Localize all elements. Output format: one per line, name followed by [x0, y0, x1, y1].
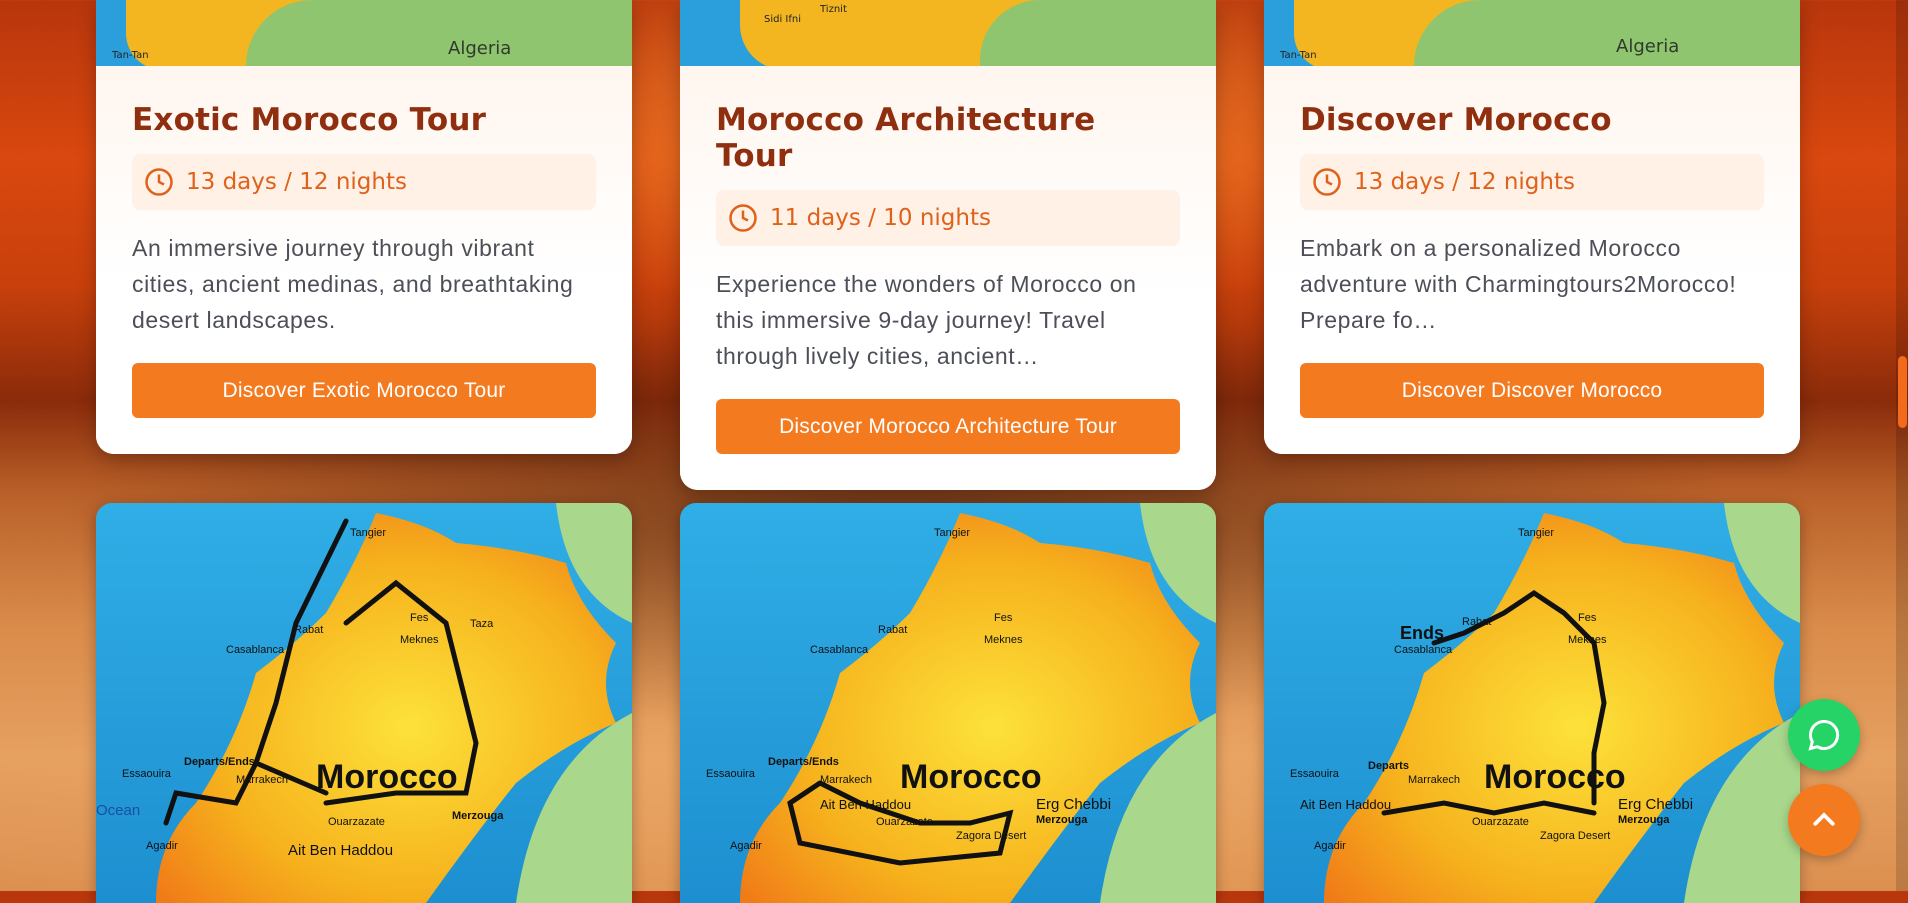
page-scrollbar[interactable] — [1896, 0, 1908, 891]
map-city-label: Casablanca — [810, 644, 869, 656]
tour-title: Morocco Architecture Tour — [716, 102, 1096, 174]
map-city-label: Departs/Ends — [768, 756, 839, 768]
map-city-label: Zagora Desert — [956, 830, 1026, 842]
map-label: Tan-Tan — [1280, 50, 1317, 61]
map-city-label: Meknes — [400, 634, 439, 646]
map-city-label: Ouarzazate — [1472, 816, 1529, 828]
whatsapp-chat-button[interactable] — [1788, 699, 1860, 771]
map-city-label: Ouarzazate — [328, 816, 385, 828]
map-city-label: Ait Ben Haddou — [1300, 797, 1391, 812]
map-city-label: Marrakech — [1408, 774, 1460, 786]
map-city-label: Essaouira — [706, 768, 756, 780]
map-city-label: Tangier — [350, 527, 386, 539]
map-city-label: Merzouga — [452, 810, 504, 822]
map-city-label: Tangier — [1518, 527, 1554, 539]
chat-icon — [1808, 719, 1840, 751]
map-label: Tiznit — [820, 4, 847, 15]
map-label: Tan-Tan — [112, 50, 149, 61]
map-city-label: Rabat — [878, 624, 907, 636]
tour-map-image[interactable]: Morocco Tangier Departs/Ends Marrakech A… — [680, 503, 1216, 903]
chevron-up-icon — [1813, 812, 1835, 826]
map-city-label: Erg Chebbi — [1036, 796, 1111, 813]
tour-title: Exotic Morocco Tour — [132, 102, 487, 138]
map-city-label: Tangier — [934, 527, 970, 539]
discover-tour-button[interactable]: Discover Exotic Morocco Tour — [132, 363, 596, 418]
map-city-label: Casablanca — [226, 644, 285, 656]
map-city-label: Agadir — [1314, 840, 1346, 852]
tour-map-image[interactable]: Morocco Tangier Departs/Ends Marrakech O… — [96, 503, 632, 903]
scroll-to-top-button[interactable] — [1788, 784, 1860, 856]
map-city-label: Agadir — [730, 840, 762, 852]
duration-text: 11 days / 10 nights — [770, 205, 991, 231]
map-city-label: Ocean — [96, 802, 140, 819]
map-city-label: Agadir — [146, 840, 178, 852]
tour-description: Experience the wonders of Morocco on thi… — [716, 271, 1137, 369]
tour-title: Discover Morocco — [1300, 102, 1612, 138]
tour-card-discover: Tan-Tan Algeria Discover Morocco 13 days… — [1264, 0, 1800, 454]
tour-card-map: Tan-Tan Algeria — [1264, 0, 1800, 66]
duration-badge: 11 days / 10 nights — [716, 190, 1180, 246]
map-city-label: Casablanca — [1394, 644, 1453, 656]
map-title: Morocco — [316, 758, 458, 796]
duration-text: 13 days / 12 nights — [1354, 169, 1575, 195]
map-label: Algeria — [448, 38, 512, 59]
map-city-label: Fes — [1578, 612, 1597, 624]
tour-description: An immersive journey through vibrant cit… — [132, 235, 574, 333]
map-city-label: Rabat — [294, 624, 323, 636]
map-city-label: Erg Chebbi — [1618, 796, 1693, 813]
map-city-label: Meknes — [984, 634, 1023, 646]
map-city-label: Fes — [994, 612, 1013, 624]
map-city-label: Fes — [410, 612, 429, 624]
map-city-label: Ait Ben Haddou — [288, 842, 393, 859]
map-city-label: Essaouira — [1290, 768, 1340, 780]
duration-badge: 13 days / 12 nights — [1300, 154, 1764, 210]
scrollbar-thumb[interactable] — [1898, 356, 1907, 428]
discover-tour-button[interactable]: Discover Morocco Architecture Tour — [716, 399, 1180, 454]
clock-icon — [145, 168, 173, 196]
clock-icon — [729, 204, 757, 232]
map-label: Sidi Ifni — [764, 14, 802, 25]
discover-tour-button[interactable]: Discover Discover Morocco — [1300, 363, 1764, 418]
map-label: Algeria — [1616, 36, 1680, 57]
map-city-label: Essaouira — [122, 768, 172, 780]
duration-text: 13 days / 12 nights — [186, 169, 407, 195]
map-city-label: Departs — [1368, 760, 1409, 772]
map-city-label: Taza — [470, 618, 494, 630]
tour-map-image[interactable]: Morocco Tangier Ends Casablanca Departs … — [1264, 503, 1800, 903]
tour-card-map: Sidi Ifni Tiznit — [680, 0, 1216, 66]
tour-description: Embark on a personalized Morocco adventu… — [1300, 235, 1737, 333]
tour-card-architecture: Sidi Ifni Tiznit Morocco Architecture To… — [680, 0, 1216, 490]
clock-icon — [1313, 168, 1341, 196]
map-city-label: Merzouga — [1036, 814, 1088, 826]
map-city-label: Merzouga — [1618, 814, 1670, 826]
map-title: Morocco — [1484, 758, 1626, 796]
tour-card-exotic: Tan-Tan Algeria Exotic Morocco Tour 13 d… — [96, 0, 632, 454]
duration-badge: 13 days / 12 nights — [132, 154, 596, 210]
map-city-label: Zagora Desert — [1540, 830, 1610, 842]
map-city-label: Departs/Ends — [184, 756, 255, 768]
tour-card-map: Tan-Tan Algeria — [96, 0, 632, 66]
map-title: Morocco — [900, 758, 1042, 796]
